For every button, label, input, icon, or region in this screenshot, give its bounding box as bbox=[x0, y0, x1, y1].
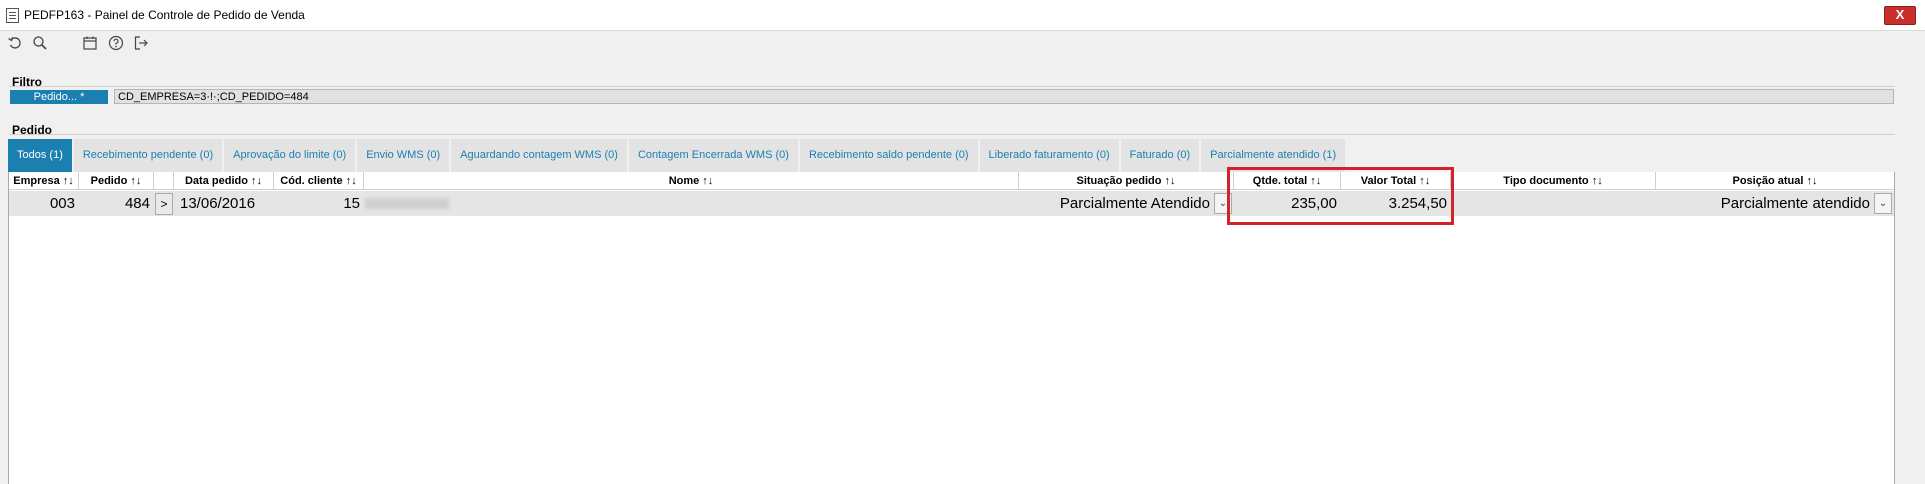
help-icon[interactable] bbox=[106, 33, 126, 53]
cell-pedido: 484 bbox=[124, 195, 150, 212]
customer-name-redacted bbox=[365, 198, 449, 209]
search-icon[interactable] bbox=[30, 33, 50, 53]
title-bar: PEDFP163 - Painel de Controle de Pedido … bbox=[0, 0, 1925, 31]
status-tabs: Todos (1) Recebimento pendente (0) Aprov… bbox=[8, 139, 1347, 172]
tab-envio-wms[interactable]: Envio WMS (0) bbox=[357, 139, 450, 172]
cell-data-pedido: 13/06/2016 bbox=[180, 195, 256, 212]
toolbar bbox=[0, 31, 1925, 55]
table-row[interactable]: 003 484 > 13/06/2016 15 Parcialmente Ate… bbox=[9, 191, 1894, 216]
orders-divider bbox=[10, 134, 1895, 135]
cell-cod-cliente: 15 bbox=[343, 195, 360, 212]
cell-situacao: Parcialmente Atendido bbox=[1059, 195, 1210, 212]
cell-empresa: 003 bbox=[49, 195, 75, 212]
refresh-icon[interactable] bbox=[5, 33, 25, 53]
posicao-dropdown-chevron-icon[interactable]: ⌄ bbox=[1874, 193, 1892, 214]
column-header-empresa[interactable]: Empresa ↑↓ bbox=[9, 172, 79, 190]
exit-icon[interactable] bbox=[131, 33, 151, 53]
tab-liberado-faturamento[interactable]: Liberado faturamento (0) bbox=[979, 139, 1119, 172]
tab-todos[interactable]: Todos (1) bbox=[8, 139, 72, 172]
tab-faturado[interactable]: Faturado (0) bbox=[1120, 139, 1200, 172]
column-header-expand bbox=[154, 172, 174, 190]
filter-expression-field[interactable]: CD_EMPRESA=3·!·;CD_PEDIDO=484 bbox=[114, 89, 1894, 104]
calendar-icon[interactable] bbox=[80, 33, 100, 53]
column-header-situacao[interactable]: Situação pedido ↑↓ bbox=[1019, 172, 1234, 190]
orders-grid: Empresa ↑↓ Pedido ↑↓ Data pedido ↑↓ Cód.… bbox=[8, 172, 1895, 484]
window-title: PEDFP163 - Painel de Controle de Pedido … bbox=[24, 8, 305, 22]
column-header-nome[interactable]: Nome ↑↓ bbox=[364, 172, 1019, 190]
cell-posicao-atual: Parcialmente atendido bbox=[1720, 195, 1870, 212]
column-header-tipo-documento[interactable]: Tipo documento ↑↓ bbox=[1451, 172, 1656, 190]
filter-divider bbox=[10, 86, 1895, 87]
column-header-posicao-atual[interactable]: Posição atual ↑↓ bbox=[1656, 172, 1894, 190]
highlight-box bbox=[1227, 167, 1454, 225]
filter-pedido-button[interactable]: Pedido... * bbox=[10, 90, 108, 104]
tab-recebimento-saldo-pendente[interactable]: Recebimento saldo pendente (0) bbox=[799, 139, 978, 172]
tab-aguardando-contagem-wms[interactable]: Aguardando contagem WMS (0) bbox=[451, 139, 627, 172]
expand-row-button[interactable]: > bbox=[155, 193, 173, 215]
column-header-data-pedido[interactable]: Data pedido ↑↓ bbox=[174, 172, 274, 190]
tab-aprovacao-limite[interactable]: Aprovação do limite (0) bbox=[224, 139, 356, 172]
column-header-pedido[interactable]: Pedido ↑↓ bbox=[79, 172, 154, 190]
cell-tipo-documento bbox=[1451, 191, 1656, 216]
close-button[interactable]: X bbox=[1884, 6, 1916, 25]
column-header-cod-cliente[interactable]: Cód. cliente ↑↓ bbox=[274, 172, 364, 190]
tab-contagem-encerrada-wms[interactable]: Contagem Encerrada WMS (0) bbox=[628, 139, 798, 172]
app-document-icon bbox=[6, 8, 19, 23]
tab-recebimento-pendente[interactable]: Recebimento pendente (0) bbox=[73, 139, 223, 172]
